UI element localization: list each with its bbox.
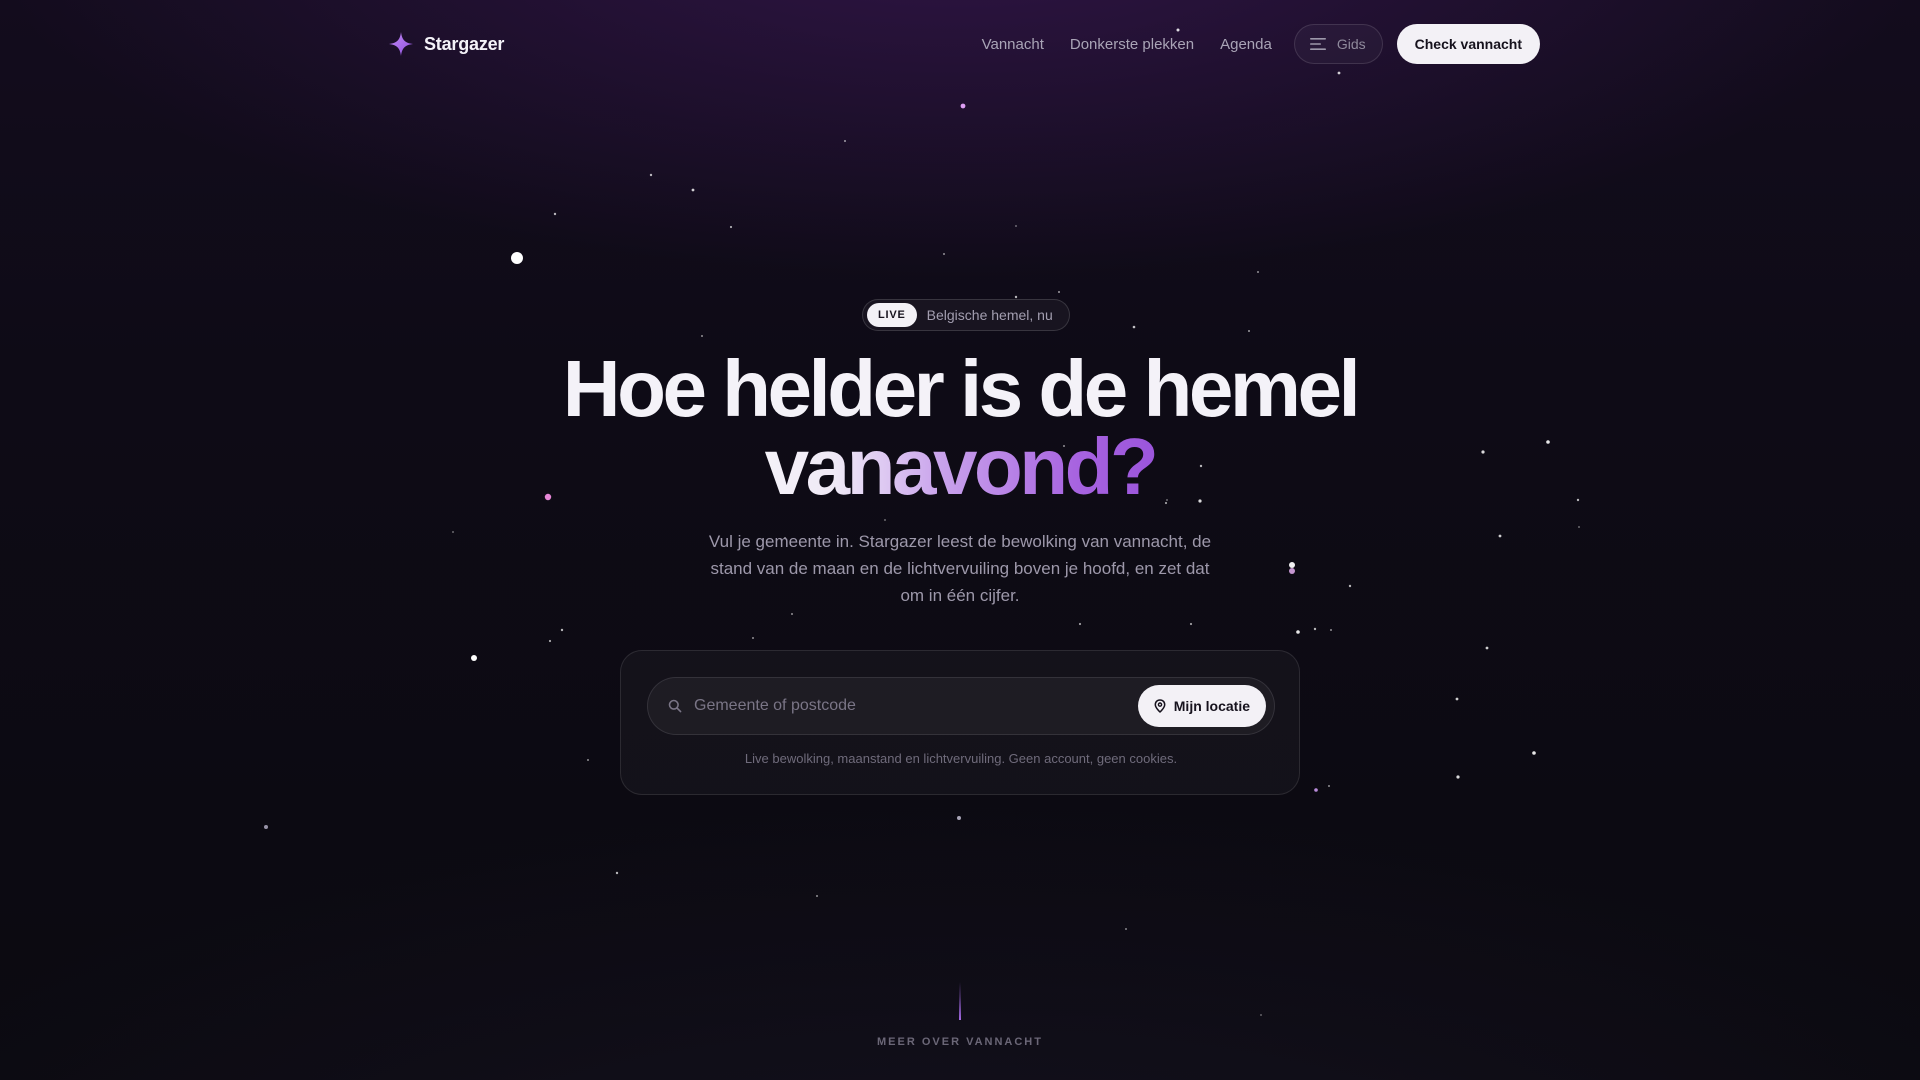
star-52 <box>1578 526 1580 528</box>
headline-line-2: vanavond? <box>764 422 1159 511</box>
star-39 <box>752 637 754 639</box>
star-44 <box>615 871 619 875</box>
star-41 <box>560 628 564 632</box>
main-nav: Vannacht Donkerste plekken Agenda Gids C… <box>982 24 1540 64</box>
star-19 <box>729 225 733 229</box>
nav-link-donkerste-plekken[interactable]: Donkerste plekken <box>1070 36 1194 53</box>
sparkle-icon <box>388 31 414 57</box>
star-4 <box>471 655 477 661</box>
site-header: Stargazer Vannacht Donkerste plekken Age… <box>388 23 1540 65</box>
pin-icon <box>1154 699 1166 713</box>
star-22 <box>1014 295 1018 299</box>
scroll-indicator-line <box>959 982 961 1020</box>
hero-headline: Hoe helder is de hemel vanavond? <box>0 349 1920 511</box>
star-8 <box>1532 751 1536 755</box>
star-23 <box>1058 291 1060 293</box>
guide-menu-button[interactable]: Gids <box>1293 24 1383 64</box>
star-1 <box>511 252 523 264</box>
star-9 <box>1296 630 1300 634</box>
star-48 <box>452 531 454 533</box>
menu-icon <box>1309 37 1327 51</box>
search-card-note: Live bewolking, maanstand en lichtvervui… <box>744 751 1178 766</box>
star-57 <box>1260 1014 1262 1016</box>
star-32 <box>1313 627 1317 631</box>
live-status-text: Belgische hemel, nu <box>926 307 1053 323</box>
star-33 <box>1485 646 1489 650</box>
live-status-pill: LIVE Belgische hemel, nu <box>862 299 1070 331</box>
star-40 <box>791 613 793 615</box>
hero-subtitle: Vul je gemeente in. Stargazer leest de b… <box>708 532 1212 605</box>
nav-link-vannacht[interactable]: Vannacht <box>982 36 1044 53</box>
star-47 <box>1125 928 1127 930</box>
star-15 <box>1337 71 1341 75</box>
guide-label: Gids <box>1336 36 1366 52</box>
star-51 <box>1328 785 1330 787</box>
star-13 <box>264 825 268 829</box>
star-11 <box>1314 788 1318 792</box>
my-location-label: Mijn locatie <box>1173 698 1250 714</box>
nav-link-agenda[interactable]: Agenda <box>1220 36 1272 53</box>
star-17 <box>649 173 653 177</box>
star-46 <box>1330 629 1332 631</box>
headline-line-1: Hoe helder is de hemel <box>562 344 1361 433</box>
my-location-button[interactable]: Mijn locatie <box>1137 685 1266 727</box>
star-24 <box>1132 325 1136 329</box>
star-27 <box>701 335 703 337</box>
star-21 <box>943 253 945 255</box>
star-42 <box>548 639 552 643</box>
star-10 <box>1456 775 1460 779</box>
search-icon <box>668 699 682 713</box>
check-tonight-button[interactable]: Check vannacht <box>1396 24 1540 64</box>
star-34 <box>1455 697 1459 701</box>
star-5 <box>1289 562 1295 568</box>
star-20 <box>844 140 846 142</box>
star-45 <box>816 895 818 897</box>
star-31 <box>1348 584 1352 588</box>
star-6 <box>1289 568 1295 574</box>
star-37 <box>1078 622 1082 626</box>
municipality-search-input[interactable] <box>694 678 1138 734</box>
star-2 <box>960 103 966 109</box>
brand-name: Stargazer <box>424 33 505 54</box>
star-18 <box>553 212 557 216</box>
search-bar: Mijn locatie <box>647 677 1275 735</box>
star-38 <box>1189 622 1193 626</box>
star-54 <box>1015 225 1017 227</box>
star-12 <box>957 816 961 820</box>
star-26 <box>1257 271 1259 273</box>
star-30 <box>1498 534 1502 538</box>
star-16 <box>691 188 695 192</box>
scroll-hint-label[interactable]: MEER OVER VANNACHT <box>0 1036 1920 1048</box>
search-card: Mijn locatie Live bewolking, maanstand e… <box>620 650 1300 795</box>
brand-logo[interactable]: Stargazer <box>388 31 504 57</box>
live-badge: LIVE <box>867 303 917 327</box>
star-53 <box>884 519 886 521</box>
star-25 <box>1248 330 1250 332</box>
star-43 <box>587 759 589 761</box>
